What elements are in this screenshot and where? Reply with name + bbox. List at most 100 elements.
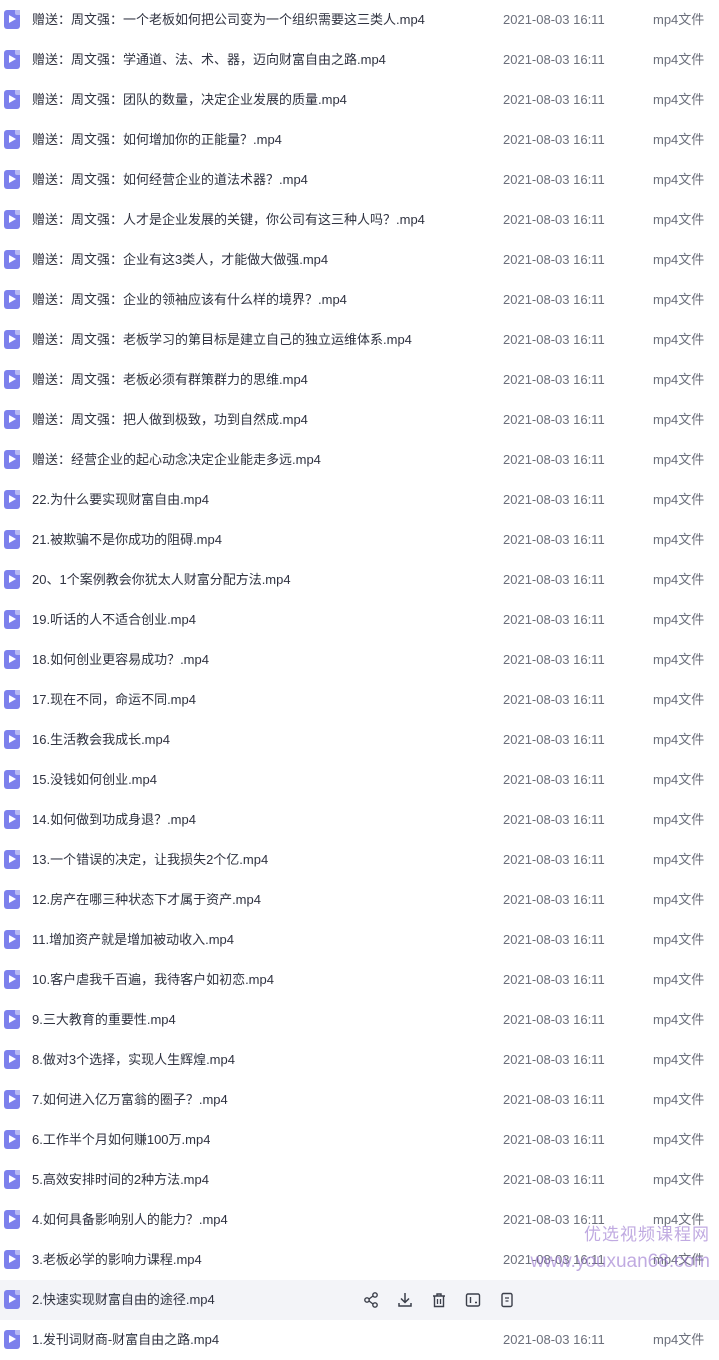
file-row[interactable]: 赠送：周文强：企业有这3类人，才能做大做强.mp4 2021-08-03 16:1… <box>0 240 719 280</box>
file-name[interactable]: 15.没钱如何创业.mp4 <box>32 760 157 800</box>
delete-icon[interactable] <box>430 1291 448 1309</box>
file-name[interactable]: 赠送：周文强：如何增加你的正能量？.mp4 <box>32 120 282 160</box>
file-row[interactable]: 17.现在不同，命运不同.mp4 2021-08-03 16:11 mp4文件 <box>0 680 719 720</box>
file-name[interactable]: 18.如何创业更容易成功？.mp4 <box>32 640 209 680</box>
file-name[interactable]: 6.工作半个月如何赚100万.mp4 <box>32 1120 210 1160</box>
file-date: 2021-08-03 16:11 <box>503 812 605 827</box>
file-type: mp4文件 <box>653 932 705 947</box>
video-file-icon <box>4 210 20 229</box>
file-row[interactable]: 15.没钱如何创业.mp4 2021-08-03 16:11 mp4文件 <box>0 760 719 800</box>
file-name[interactable]: 5.高效安排时间的2种方法.mp4 <box>32 1160 209 1200</box>
file-name[interactable]: 赠送：周文强：如何经营企业的道法术器？.mp4 <box>32 160 308 200</box>
file-name[interactable]: 赠送：周文强：团队的数量，决定企业发展的质量.mp4 <box>32 80 347 120</box>
file-name[interactable]: 10.客户虐我千百遍，我待客户如初恋.mp4 <box>32 960 274 1000</box>
download-icon[interactable] <box>396 1291 414 1309</box>
file-name[interactable]: 11.增加资产就是增加被动收入.mp4 <box>32 920 234 960</box>
file-row[interactable]: 3.老板必学的影响力课程.mp4 2021-08-03 16:11 mp4文件 <box>0 1240 719 1280</box>
file-date: 2021-08-03 16:11 <box>503 332 605 347</box>
file-name[interactable]: 14.如何做到功成身退？.mp4 <box>32 800 196 840</box>
file-row[interactable]: 7.如何进入亿万富翁的圈子？.mp4 2021-08-03 16:11 mp4文件 <box>0 1080 719 1120</box>
file-row[interactable]: 赠送：周文强：人才是企业发展的关键，你公司有这三种人吗？.mp4 2021-08-… <box>0 200 719 240</box>
video-file-icon <box>4 50 20 69</box>
rename-icon[interactable] <box>464 1291 482 1309</box>
file-row[interactable]: 2.快速实现财富自由的途径.mp4 <box>0 1280 719 1320</box>
file-row[interactable]: 19.听话的人不适合创业.mp4 2021-08-03 16:11 mp4文件 <box>0 600 719 640</box>
file-name[interactable]: 8.做对3个选择，实现人生辉煌.mp4 <box>32 1040 235 1080</box>
file-row[interactable]: 6.工作半个月如何赚100万.mp4 2021-08-03 16:11 mp4文件 <box>0 1120 719 1160</box>
file-row[interactable]: 赠送：周文强：把人做到极致，功到自然成.mp4 2021-08-03 16:11 m… <box>0 400 719 440</box>
file-date: 2021-08-03 16:11 <box>503 1332 605 1347</box>
video-file-icon <box>4 1090 20 1109</box>
file-type: mp4文件 <box>653 132 705 147</box>
file-name[interactable]: 赠送：经营企业的起心动念决定企业能走多远.mp4 <box>32 440 321 480</box>
file-type: mp4文件 <box>653 772 705 787</box>
file-name[interactable]: 赠送：周文强：企业有这3类人，才能做大做强.mp4 <box>32 240 328 280</box>
file-name[interactable]: 21.被欺骗不是你成功的阻碍.mp4 <box>32 520 222 560</box>
more-icon[interactable] <box>498 1291 516 1309</box>
file-date: 2021-08-03 16:11 <box>503 732 605 747</box>
file-date: 2021-08-03 16:11 <box>503 852 605 867</box>
file-type: mp4文件 <box>653 412 705 427</box>
file-row[interactable]: 赠送：周文强：老板必须有群策群力的思维.mp4 2021-08-03 16:11 m… <box>0 360 719 400</box>
file-row[interactable]: 赠送：经营企业的起心动念决定企业能走多远.mp4 2021-08-03 16:11… <box>0 440 719 480</box>
video-file-icon <box>4 410 20 429</box>
file-name[interactable]: 赠送：周文强：学通道、法、术、器，迈向财富自由之路.mp4 <box>32 40 386 80</box>
file-name[interactable]: 3.老板必学的影响力课程.mp4 <box>32 1240 202 1280</box>
file-type: mp4文件 <box>653 692 705 707</box>
file-row[interactable]: 10.客户虐我千百遍，我待客户如初恋.mp4 2021-08-03 16:11 mp… <box>0 960 719 1000</box>
file-name[interactable]: 赠送：周文强：一个老板如何把公司变为一个组织需要这三类人.mp4 <box>32 0 425 40</box>
video-file-icon <box>4 10 20 29</box>
file-row[interactable]: 18.如何创业更容易成功？.mp4 2021-08-03 16:11 mp4文件 <box>0 640 719 680</box>
file-name[interactable]: 7.如何进入亿万富翁的圈子？.mp4 <box>32 1080 228 1120</box>
file-row[interactable]: 5.高效安排时间的2种方法.mp4 2021-08-03 16:11 mp4文件 <box>0 1160 719 1200</box>
file-name[interactable]: 赠送：周文强：老板学习的第目标是建立自己的独立运维体系.mp4 <box>32 320 412 360</box>
file-name[interactable]: 赠送：周文强：把人做到极致，功到自然成.mp4 <box>32 400 308 440</box>
file-row[interactable]: 14.如何做到功成身退？.mp4 2021-08-03 16:11 mp4文件 <box>0 800 719 840</box>
file-row[interactable]: 赠送：周文强：如何增加你的正能量？.mp4 2021-08-03 16:11 mp4… <box>0 120 719 160</box>
file-name[interactable]: 2.快速实现财富自由的途径.mp4 <box>32 1280 215 1320</box>
video-file-icon <box>4 170 20 189</box>
file-row[interactable]: 赠送：周文强：一个老板如何把公司变为一个组织需要这三类人.mp4 2021-08-… <box>0 0 719 40</box>
file-row[interactable]: 11.增加资产就是增加被动收入.mp4 2021-08-03 16:11 mp4文件 <box>0 920 719 960</box>
file-row[interactable]: 赠送：周文强：团队的数量，决定企业发展的质量.mp4 2021-08-03 16:… <box>0 80 719 120</box>
file-name[interactable]: 13.一个错误的决定，让我损失2个亿.mp4 <box>32 840 268 880</box>
file-type: mp4文件 <box>653 892 705 907</box>
file-row[interactable]: 1.发刊词财商-财富自由之路.mp4 2021-08-03 16:11 mp4文件 <box>0 1320 719 1360</box>
file-name[interactable]: 1.发刊词财商-财富自由之路.mp4 <box>32 1320 219 1360</box>
file-row[interactable]: 赠送：周文强：老板学习的第目标是建立自己的独立运维体系.mp4 2021-08-0… <box>0 320 719 360</box>
file-name[interactable]: 22.为什么要实现财富自由.mp4 <box>32 480 209 520</box>
file-type: mp4文件 <box>653 252 705 267</box>
file-name[interactable]: 赠送：周文强：老板必须有群策群力的思维.mp4 <box>32 360 308 400</box>
file-row[interactable]: 赠送：周文强：学通道、法、术、器，迈向财富自由之路.mp4 2021-08-03 … <box>0 40 719 80</box>
file-name[interactable]: 12.房产在哪三种状态下才属于资产.mp4 <box>32 880 261 920</box>
file-name[interactable]: 赠送：周文强：企业的领袖应该有什么样的境界？.mp4 <box>32 280 347 320</box>
file-name[interactable]: 赠送：周文强：人才是企业发展的关键，你公司有这三种人吗？.mp4 <box>32 200 425 240</box>
file-row[interactable]: 22.为什么要实现财富自由.mp4 2021-08-03 16:11 mp4文件 <box>0 480 719 520</box>
file-row[interactable]: 8.做对3个选择，实现人生辉煌.mp4 2021-08-03 16:11 mp4文件 <box>0 1040 719 1080</box>
video-file-icon <box>4 130 20 149</box>
file-name[interactable]: 17.现在不同，命运不同.mp4 <box>32 680 196 720</box>
file-type: mp4文件 <box>653 172 705 187</box>
file-row[interactable]: 16.生活教会我成长.mp4 2021-08-03 16:11 mp4文件 <box>0 720 719 760</box>
file-name[interactable]: 20、1个案例教会你犹太人财富分配方法.mp4 <box>32 560 291 600</box>
file-type: mp4文件 <box>653 1052 705 1067</box>
file-row[interactable]: 9.三大教育的重要性.mp4 2021-08-03 16:11 mp4文件 <box>0 1000 719 1040</box>
file-row[interactable]: 13.一个错误的决定，让我损失2个亿.mp4 2021-08-03 16:11 mp… <box>0 840 719 880</box>
file-date: 2021-08-03 16:11 <box>503 92 605 107</box>
file-row[interactable]: 赠送：周文强：企业的领袖应该有什么样的境界？.mp4 2021-08-03 16:… <box>0 280 719 320</box>
file-date: 2021-08-03 16:11 <box>503 572 605 587</box>
file-type: mp4文件 <box>653 1132 705 1147</box>
file-name[interactable]: 9.三大教育的重要性.mp4 <box>32 1000 176 1040</box>
file-name[interactable]: 19.听话的人不适合创业.mp4 <box>32 600 196 640</box>
share-icon[interactable] <box>362 1291 380 1309</box>
file-row[interactable]: 20、1个案例教会你犹太人财富分配方法.mp4 2021-08-03 16:11 m… <box>0 560 719 600</box>
file-name[interactable]: 16.生活教会我成长.mp4 <box>32 720 170 760</box>
file-row[interactable]: 4.如何具备影响别人的能力？.mp4 2021-08-03 16:11 mp4文件 <box>0 1200 719 1240</box>
file-date: 2021-08-03 16:11 <box>503 1132 605 1147</box>
file-row[interactable]: 赠送：周文强：如何经营企业的道法术器？.mp4 2021-08-03 16:11 m… <box>0 160 719 200</box>
file-name[interactable]: 4.如何具备影响别人的能力？.mp4 <box>32 1200 228 1240</box>
video-file-icon <box>4 570 20 589</box>
file-row[interactable]: 21.被欺骗不是你成功的阻碍.mp4 2021-08-03 16:11 mp4文件 <box>0 520 719 560</box>
file-row[interactable]: 12.房产在哪三种状态下才属于资产.mp4 2021-08-03 16:11 mp4… <box>0 880 719 920</box>
file-date: 2021-08-03 16:11 <box>503 1052 605 1067</box>
